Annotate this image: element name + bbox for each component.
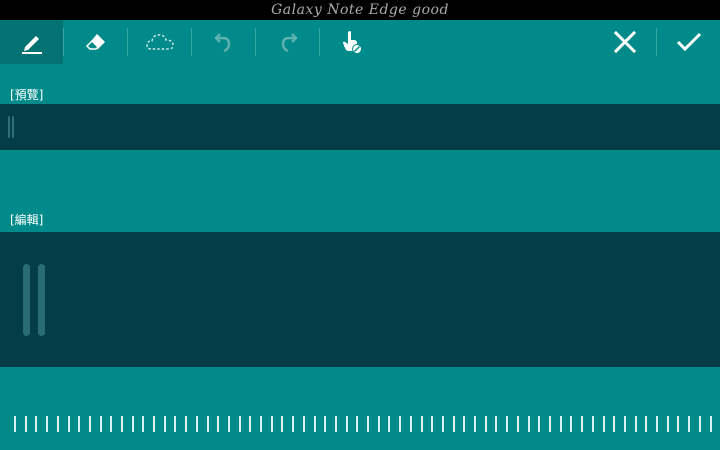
edit-label: [編輯] bbox=[10, 213, 44, 227]
ruler-tick bbox=[14, 416, 16, 432]
ruler-tick bbox=[121, 416, 123, 432]
ruler-tick bbox=[399, 416, 401, 432]
ruler-tick bbox=[517, 416, 519, 432]
preview-label: [預覽] bbox=[10, 88, 44, 102]
ruler-tick bbox=[185, 416, 187, 432]
ruler-tick bbox=[474, 416, 476, 432]
ruler-tick bbox=[421, 416, 423, 432]
ruler-tick bbox=[624, 416, 626, 432]
check-icon bbox=[676, 32, 701, 52]
ruler-tick bbox=[142, 416, 144, 432]
ruler-tick bbox=[688, 416, 690, 432]
confirm-button[interactable] bbox=[657, 20, 720, 64]
ruler-tick bbox=[110, 416, 112, 432]
ruler-tick bbox=[677, 416, 679, 432]
close-icon bbox=[613, 30, 636, 54]
ruler-tick bbox=[495, 416, 497, 432]
ruler-tick bbox=[710, 416, 712, 432]
status-bar-title: Galaxy Note Edge good bbox=[271, 2, 449, 18]
ruler-tick bbox=[570, 416, 572, 432]
ruler-tick bbox=[506, 416, 508, 432]
ruler-tick bbox=[153, 416, 155, 432]
redo-icon bbox=[281, 33, 298, 53]
ruler-tick bbox=[453, 416, 455, 432]
ruler-tick bbox=[549, 416, 551, 432]
ruler-tick bbox=[538, 416, 540, 432]
eraser-tool-button[interactable] bbox=[64, 20, 127, 64]
preview-stroke bbox=[8, 116, 10, 138]
ruler-tick bbox=[442, 416, 444, 432]
ruler-tick bbox=[335, 416, 337, 432]
pen-icon bbox=[21, 36, 42, 54]
ruler-tick bbox=[463, 416, 465, 432]
ruler-tick bbox=[667, 416, 669, 432]
ruler-tick bbox=[217, 416, 219, 432]
ruler-tick bbox=[656, 416, 658, 432]
ruler-tick bbox=[378, 416, 380, 432]
ruler-tick bbox=[314, 416, 316, 432]
lasso-tool-button[interactable] bbox=[128, 20, 191, 64]
touch-block-tool-button[interactable] bbox=[320, 20, 383, 64]
undo-tool-button[interactable] bbox=[192, 20, 255, 64]
ruler-tick bbox=[635, 416, 637, 432]
ruler-tick bbox=[46, 416, 48, 432]
ruler-tick bbox=[367, 416, 369, 432]
cancel-button[interactable] bbox=[593, 20, 656, 64]
ruler-tick bbox=[78, 416, 80, 432]
edit-stroke bbox=[23, 264, 30, 336]
ruler-tick bbox=[356, 416, 358, 432]
ruler-tick bbox=[431, 416, 433, 432]
status-bar: Galaxy Note Edge good bbox=[0, 0, 720, 20]
ruler-tick bbox=[228, 416, 230, 432]
ruler-tick bbox=[25, 416, 27, 432]
dashed-cloud-icon bbox=[145, 34, 174, 50]
ruler-tick bbox=[613, 416, 615, 432]
undo-icon bbox=[213, 33, 230, 53]
ruler-tick bbox=[164, 416, 166, 432]
ruler-tick bbox=[239, 416, 241, 432]
scroll-ruler[interactable] bbox=[0, 416, 720, 432]
eraser-icon bbox=[85, 34, 105, 50]
ruler-tick bbox=[603, 416, 605, 432]
ruler-tick bbox=[388, 416, 390, 432]
ruler-tick bbox=[581, 416, 583, 432]
ruler-tick bbox=[132, 416, 134, 432]
ruler-tick bbox=[207, 416, 209, 432]
ruler-tick bbox=[410, 416, 412, 432]
ruler-tick bbox=[645, 416, 647, 432]
preview-stroke bbox=[12, 116, 14, 138]
ruler-tick bbox=[196, 416, 198, 432]
ruler-tick bbox=[699, 416, 701, 432]
ruler-tick bbox=[560, 416, 562, 432]
ruler-tick bbox=[528, 416, 530, 432]
edit-stroke bbox=[38, 264, 45, 336]
ruler-tick bbox=[100, 416, 102, 432]
hand-block-icon bbox=[342, 31, 362, 54]
ruler-tick bbox=[324, 416, 326, 432]
ruler-tick bbox=[292, 416, 294, 432]
handwriting-edit-area[interactable] bbox=[0, 232, 720, 367]
ruler-tick bbox=[271, 416, 273, 432]
ruler-tick bbox=[89, 416, 91, 432]
redo-tool-button[interactable] bbox=[256, 20, 319, 64]
pen-tool-button[interactable] bbox=[0, 20, 63, 64]
toolbar bbox=[0, 20, 720, 64]
ruler-tick bbox=[303, 416, 305, 432]
ruler-tick bbox=[346, 416, 348, 432]
ruler-tick bbox=[57, 416, 59, 432]
ruler-tick bbox=[592, 416, 594, 432]
ruler-tick bbox=[68, 416, 70, 432]
preview-area bbox=[0, 104, 720, 150]
ruler-tick bbox=[35, 416, 37, 432]
ruler-tick bbox=[174, 416, 176, 432]
ruler-tick bbox=[249, 416, 251, 432]
ruler-tick bbox=[485, 416, 487, 432]
ruler-tick bbox=[260, 416, 262, 432]
ruler-tick bbox=[281, 416, 283, 432]
